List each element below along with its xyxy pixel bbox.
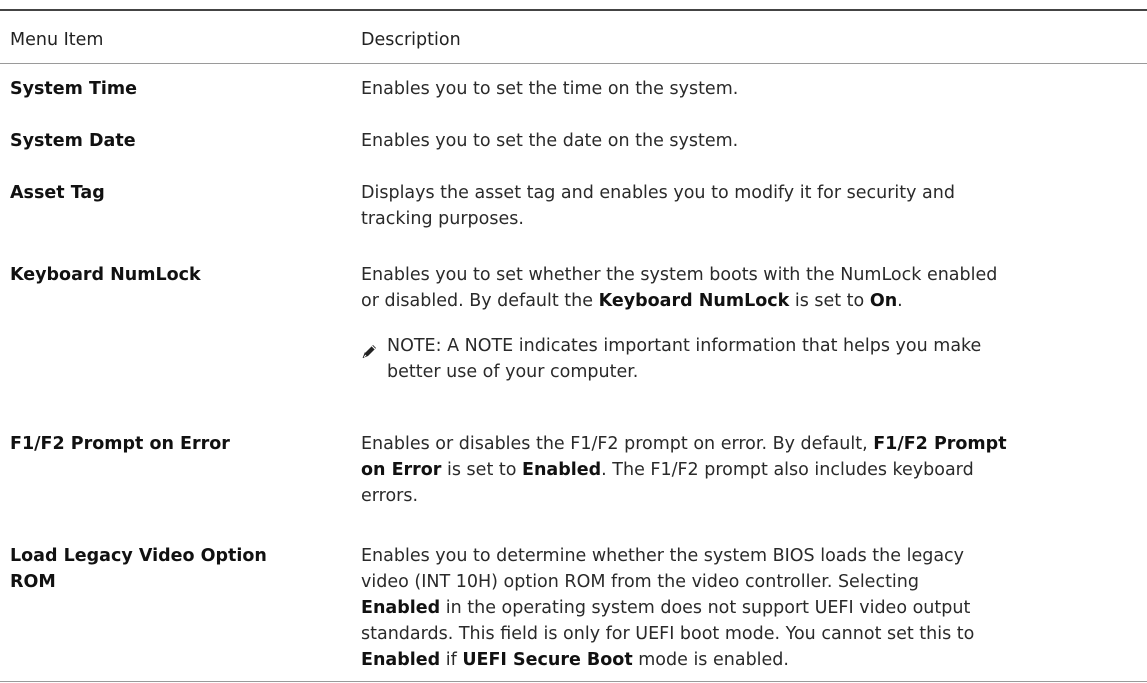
header-menu-item: Menu Item: [10, 30, 104, 50]
description-line: Enables you to set the date on the syste…: [361, 131, 739, 151]
bold-term: F1/F2 Prompt: [873, 434, 1007, 454]
text-span: if: [440, 650, 463, 670]
description-line: Enables or disables the F1/F2 prompt on …: [361, 431, 1147, 457]
note-pencil-icon: [361, 342, 379, 360]
description-line: Enables you to set the time on the syste…: [361, 79, 739, 99]
description-line: Enables you to determine whether the sys…: [361, 546, 965, 566]
bold-term: On: [869, 291, 898, 311]
description-system-date: Enables you to set the date on the syste…: [361, 128, 1147, 154]
text-span: or disabled. By default the: [361, 291, 599, 311]
note-line: NOTE: A NOTE indicates important informa…: [387, 336, 982, 356]
description-line: video (INT 10H) option ROM from the vide…: [361, 572, 919, 592]
description-line: Enabled in the operating system does not…: [361, 595, 1147, 621]
description-f1f2-prompt: Enables or disables the F1/F2 prompt on …: [361, 431, 1147, 509]
description-line: Displays the asset tag and enables you t…: [361, 183, 955, 203]
description-line: standards. This field is only for UEFI b…: [361, 624, 975, 644]
menu-item-keyboard-numlock: Keyboard NumLock: [10, 265, 201, 285]
description-keyboard-numlock: Enables you to set whether the system bo…: [361, 262, 1147, 314]
menu-item-line: Load Legacy Video Option: [10, 546, 267, 566]
text-span: is set to: [789, 291, 870, 311]
note-line: better use of your computer.: [387, 362, 639, 382]
bold-term: Keyboard NumLock: [598, 291, 790, 311]
text-span: in the operating system does not support…: [440, 598, 971, 618]
text-span: . The F1/F2 prompt also includes keyboar…: [601, 460, 974, 480]
description-line: or disabled. By default the Keyboard Num…: [361, 288, 1147, 314]
bold-term: UEFI Secure Boot: [462, 650, 633, 670]
text-span: Enables or disables the F1/F2 prompt on …: [361, 434, 874, 454]
text-span: is set to: [441, 460, 522, 480]
description-line: on Error is set to Enabled. The F1/F2 pr…: [361, 457, 1147, 483]
bold-term: on Error: [361, 460, 442, 480]
note-text: NOTE: A NOTE indicates important informa…: [387, 333, 1147, 385]
bold-term: Enabled: [522, 460, 602, 480]
table-bottom-rule: [0, 681, 1147, 682]
menu-item-system-time: System Time: [10, 79, 138, 99]
bold-term: Enabled: [361, 650, 441, 670]
description-line: errors.: [361, 486, 419, 506]
description-system-time: Enables you to set the time on the syste…: [361, 76, 1147, 102]
description-line: tracking purposes.: [361, 209, 524, 229]
description-line: Enabled if UEFI Secure Boot mode is enab…: [361, 647, 1147, 673]
description-asset-tag: Displays the asset tag and enables you t…: [361, 180, 1147, 232]
menu-item-line: ROM: [10, 572, 56, 592]
menu-item-load-legacy-video-rom: Load Legacy Video Option ROM: [10, 543, 330, 595]
description-line: Enables you to set whether the system bo…: [361, 265, 998, 285]
bold-term: Enabled: [361, 598, 441, 618]
header-description: Description: [361, 30, 461, 50]
text-span: .: [897, 291, 903, 311]
menu-item-asset-tag: Asset Tag: [10, 183, 105, 203]
text-span: mode is enabled.: [632, 650, 789, 670]
table-header-row: Menu Item Description: [0, 11, 1147, 64]
menu-item-system-date: System Date: [10, 131, 136, 151]
menu-item-f1f2-prompt: F1/F2 Prompt on Error: [10, 434, 230, 454]
description-load-legacy-video-rom: Enables you to determine whether the sys…: [361, 543, 1147, 673]
